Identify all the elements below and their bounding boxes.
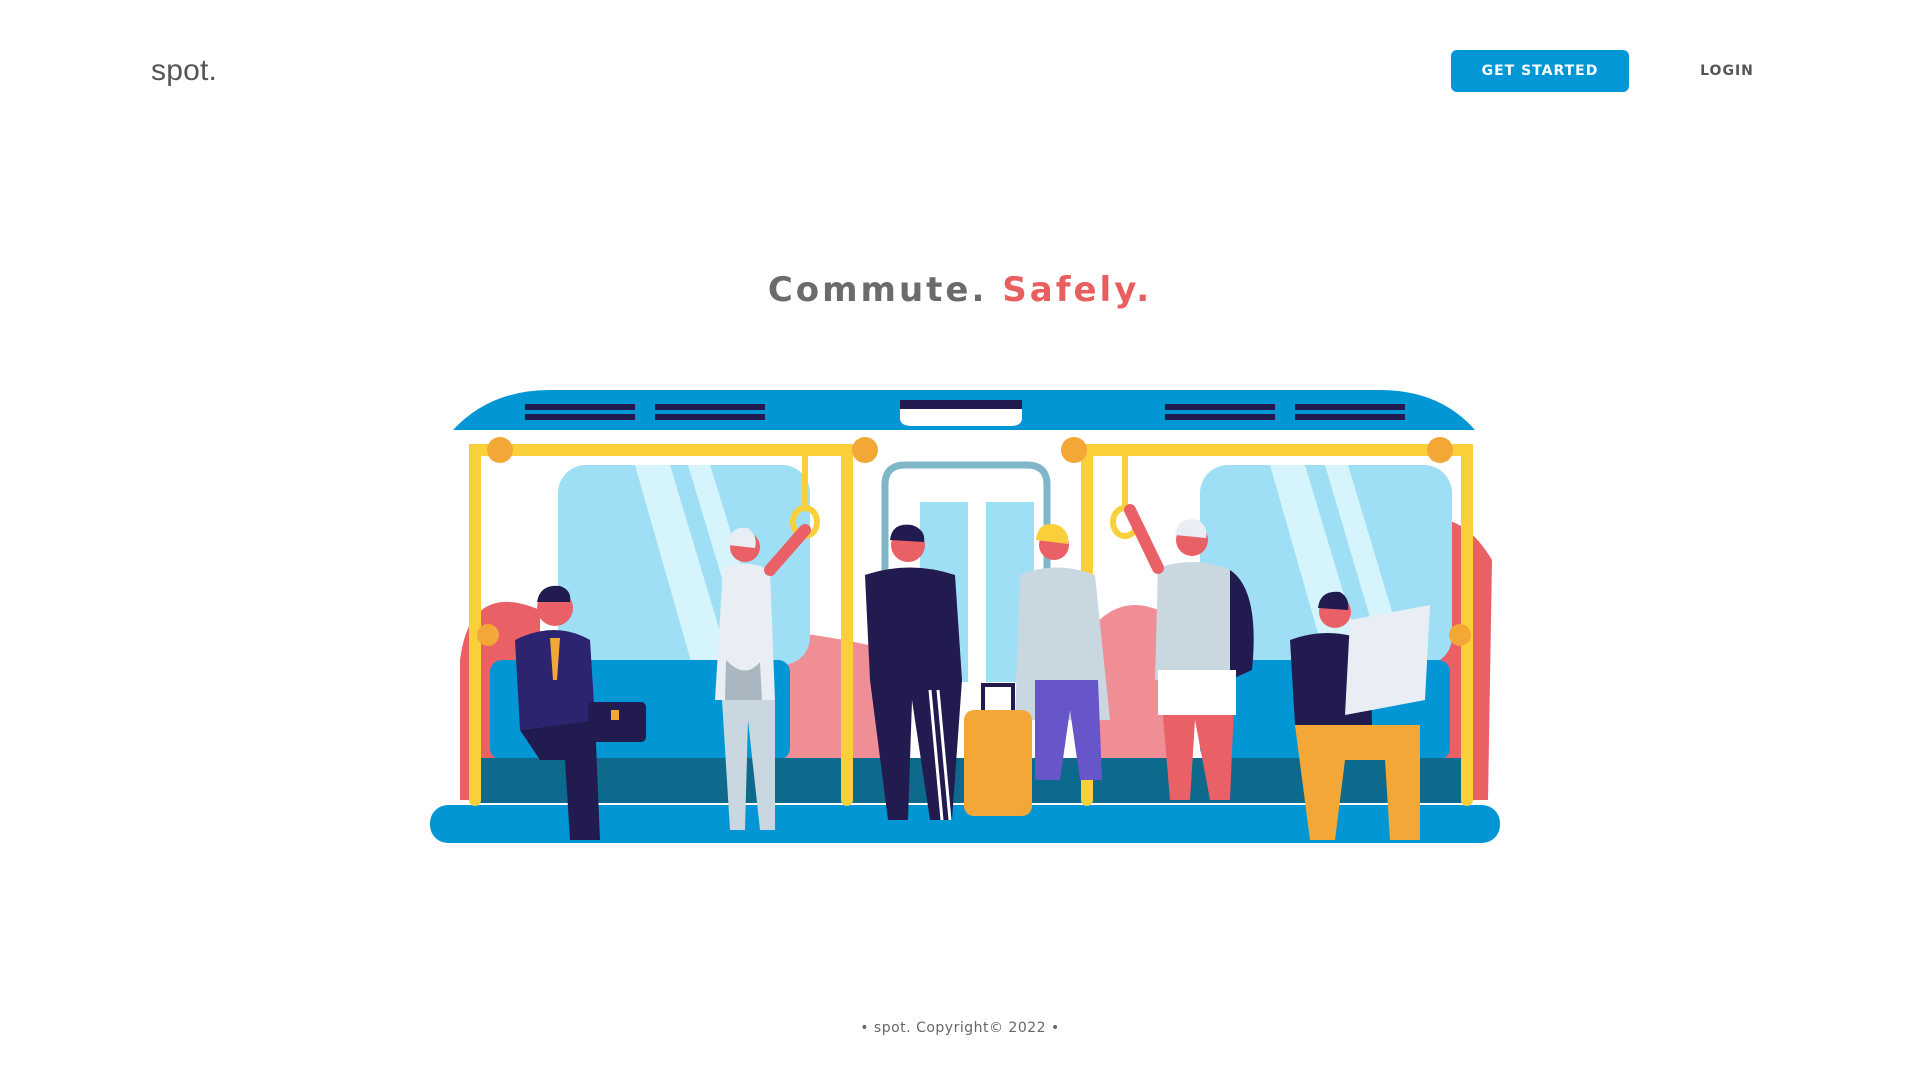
get-started-button[interactable]: GET STARTED (1451, 50, 1629, 92)
subway-commuters-illustration (430, 390, 1500, 843)
roof-vent-6 (1165, 414, 1275, 420)
headline-part-safely: Safely. (1002, 270, 1153, 310)
roof-vent-3 (655, 404, 765, 410)
brand-logo[interactable]: spot. (151, 54, 217, 88)
roof-vent-2 (525, 414, 635, 420)
roof-light-top (900, 400, 1022, 409)
roof-vent-4 (655, 414, 765, 420)
roof-vent-8 (1295, 414, 1405, 420)
login-button[interactable]: LOGIN (1672, 50, 1782, 92)
hero-headline: Commute. Safely. (0, 270, 1920, 310)
roof-vent-5 (1165, 404, 1275, 410)
headline-part-commute: Commute. (767, 270, 988, 310)
roof-vent-1 (525, 404, 635, 410)
roof-vent-7 (1295, 404, 1405, 410)
footer-copyright: • spot. Copyright© 2022 • (860, 1020, 1060, 1036)
